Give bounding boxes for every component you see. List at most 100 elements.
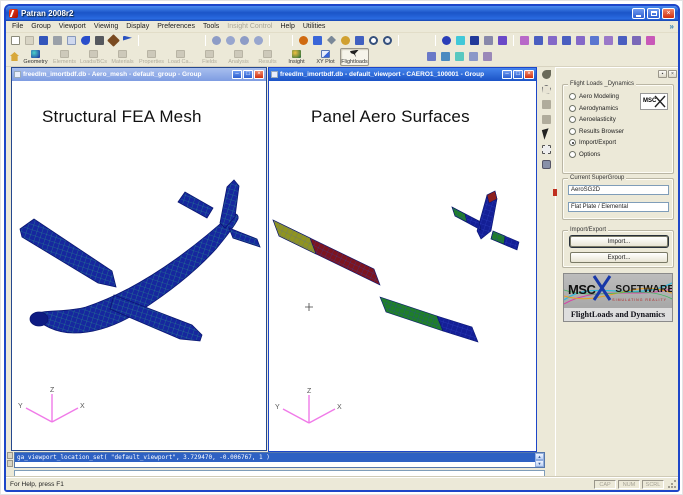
- app-button-flightloads[interactable]: Flightloads: [340, 48, 369, 66]
- command-down-button[interactable]: [7, 460, 13, 467]
- app-button-xy-plot[interactable]: XY Plot: [311, 48, 340, 66]
- scroll-up-icon[interactable]: ▲: [535, 453, 544, 460]
- menu-item-utilities[interactable]: Utilities: [299, 22, 330, 31]
- viewport-maximize-button[interactable]: □: [513, 70, 523, 79]
- top-view-icon[interactable]: [252, 34, 265, 47]
- wireframe-icon[interactable]: [574, 34, 587, 47]
- viewport-minimize-button[interactable]: –: [232, 70, 242, 79]
- equivalence-icon[interactable]: [467, 50, 480, 63]
- iso-view-icon[interactable]: [210, 34, 223, 47]
- flag-icon[interactable]: [121, 34, 134, 47]
- smooth-icon[interactable]: [588, 34, 601, 47]
- properties-icon: [147, 50, 156, 58]
- menu-item-help[interactable]: Help: [276, 22, 298, 31]
- select-icon[interactable]: [93, 34, 106, 47]
- viewport-close-button[interactable]: ×: [524, 70, 534, 79]
- side-view-icon[interactable]: [238, 34, 251, 47]
- close-button[interactable]: ×: [662, 8, 675, 19]
- import-button[interactable]: Import...: [570, 236, 668, 247]
- viewport-close-button[interactable]: ×: [254, 70, 264, 79]
- supergroup-name-field[interactable]: AeroSG2D: [568, 185, 669, 195]
- supergroup-type-field[interactable]: Flat Plate / Elemental: [568, 202, 669, 212]
- labels-on-icon[interactable]: [532, 34, 545, 47]
- zoom-out-icon[interactable]: [381, 34, 394, 47]
- surface-icon[interactable]: [468, 34, 481, 47]
- command-history-line[interactable]: ga_viewport_location_set( "default_viewp…: [15, 453, 544, 462]
- coord-frame-icon[interactable]: [496, 34, 509, 47]
- viewport-structural-canvas[interactable]: Structural FEA Mesh: [12, 81, 266, 450]
- radio-results-browser[interactable]: Results Browser: [569, 128, 673, 135]
- renumber-icon[interactable]: [481, 50, 494, 63]
- viewport-minimize-button[interactable]: –: [502, 70, 512, 79]
- menu-item-tools[interactable]: Tools: [199, 22, 223, 31]
- panel-close-button[interactable]: ×: [668, 70, 677, 78]
- copy-icon[interactable]: [65, 34, 78, 47]
- flightloads-group: Flight Loads _Dynamics MSC Aero Modeling…: [562, 84, 674, 174]
- select-box-b-icon[interactable]: [541, 113, 553, 125]
- solid-icon[interactable]: [482, 34, 495, 47]
- mirror-icon[interactable]: [425, 50, 438, 63]
- curve-icon[interactable]: [454, 34, 467, 47]
- brush-icon[interactable]: [107, 34, 120, 47]
- select-polygon-icon[interactable]: [541, 83, 553, 95]
- hidden-line-icon[interactable]: [602, 34, 615, 47]
- radio-aeroelasticity[interactable]: Aeroelasticity: [569, 116, 673, 123]
- export-button[interactable]: Export...: [570, 252, 668, 263]
- resize-grip[interactable]: [667, 479, 677, 489]
- menu-item-display[interactable]: Display: [122, 22, 153, 31]
- panel-collapse-button[interactable]: ▪: [658, 70, 667, 78]
- menu-item-viewport[interactable]: Viewport: [55, 22, 90, 31]
- menu-item-preferences[interactable]: Preferences: [153, 22, 199, 31]
- viewport-aero-canvas[interactable]: Panel Aero Surfaces: [269, 81, 536, 451]
- viewport-structural-titlebar[interactable]: freedlm_imortbdf.db - Aero_mesh - defaul…: [12, 68, 266, 81]
- print-icon[interactable]: [51, 34, 64, 47]
- viewport-aero-titlebar[interactable]: freedlm_imortbdf.db - default_viewport -…: [269, 68, 536, 81]
- flightloads-plane-icon: [350, 50, 359, 58]
- command-history[interactable]: ga_viewport_location_set( "default_viewp…: [14, 452, 545, 468]
- screenshot-root: Patran 2008r2 × File Group Viewport View…: [0, 0, 683, 495]
- menu-item-group[interactable]: Group: [27, 22, 54, 31]
- command-side-buttons: [7, 452, 13, 467]
- splitter-handle[interactable]: [553, 189, 557, 196]
- save-icon[interactable]: [37, 34, 50, 47]
- point-icon[interactable]: [440, 34, 453, 47]
- undo-icon[interactable]: [79, 34, 92, 47]
- menu-item-viewing[interactable]: Viewing: [90, 22, 122, 31]
- front-view-icon[interactable]: [224, 34, 237, 47]
- viewport-maximize-button[interactable]: □: [243, 70, 253, 79]
- command-history-scrollbar[interactable]: ▲ ▼: [535, 453, 544, 467]
- reset-graphics-icon[interactable]: [630, 34, 643, 47]
- select-cycle-icon[interactable]: [541, 158, 553, 170]
- pan-icon[interactable]: [325, 34, 338, 47]
- plot-markers-icon[interactable]: [518, 34, 531, 47]
- open-icon[interactable]: [23, 34, 36, 47]
- select-any-icon[interactable]: [541, 68, 553, 80]
- toolbar-overflow-chevron[interactable]: »: [670, 22, 676, 31]
- minimize-button[interactable]: [632, 8, 645, 19]
- menu-item-file[interactable]: File: [8, 22, 27, 31]
- radio-options[interactable]: Options: [569, 151, 673, 158]
- title-bar[interactable]: Patran 2008r2 ×: [6, 6, 678, 21]
- verify-icon[interactable]: [453, 50, 466, 63]
- refresh-icon[interactable]: [297, 34, 310, 47]
- radio-import-export[interactable]: Import/Export: [569, 139, 673, 146]
- app-button-insight[interactable]: Insight: [282, 48, 311, 66]
- app-button-geometry[interactable]: Geometry: [21, 48, 50, 66]
- select-lasso-icon[interactable]: [541, 143, 553, 155]
- refresh-graphics-icon[interactable]: [644, 34, 657, 47]
- perspective-icon[interactable]: [616, 34, 629, 47]
- rotate-icon[interactable]: [311, 34, 324, 47]
- scroll-down-icon[interactable]: ▼: [535, 460, 544, 467]
- zoom-in-icon[interactable]: [367, 34, 380, 47]
- select-box-a-icon[interactable]: [541, 98, 553, 110]
- new-icon[interactable]: [9, 34, 22, 47]
- transform-icon[interactable]: [439, 50, 452, 63]
- fit-view-icon[interactable]: [353, 34, 366, 47]
- shade-icon[interactable]: [560, 34, 573, 47]
- maximize-button[interactable]: [647, 8, 660, 19]
- home-icon[interactable]: [8, 50, 21, 63]
- command-up-button[interactable]: [7, 452, 13, 459]
- labels-off-icon[interactable]: [546, 34, 559, 47]
- center-icon[interactable]: [339, 34, 352, 47]
- cursor-arrow-icon[interactable]: [541, 128, 553, 140]
